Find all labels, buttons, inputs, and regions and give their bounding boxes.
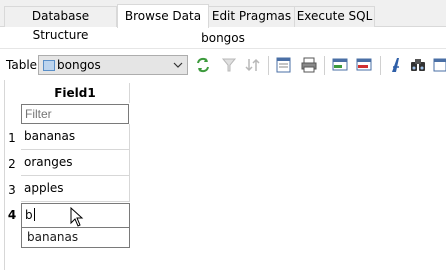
- toolbar-overflow-icon[interactable]: [432, 56, 446, 74]
- data-grid: Field1 1 bananas 2 oranges 3 apples 4 b …: [0, 80, 446, 270]
- table-title: bongos: [0, 27, 446, 49]
- table-select[interactable]: bongos: [38, 55, 188, 75]
- sort-icon[interactable]: [244, 56, 262, 74]
- chevron-down-icon: [173, 62, 183, 68]
- mouse-cursor-icon: [70, 207, 84, 227]
- tab-execute-sql[interactable]: Execute SQL: [294, 6, 375, 27]
- autocomplete-suggestion[interactable]: bananas: [21, 227, 130, 248]
- cell-editor-text: b: [25, 208, 33, 222]
- table-cell[interactable]: apples: [21, 176, 130, 202]
- filter-input[interactable]: [21, 104, 129, 124]
- tab-database-structure[interactable]: Database Structure: [4, 6, 117, 42]
- tab-edit-pragmas[interactable]: Edit Pragmas: [208, 6, 295, 27]
- table-cell[interactable]: bananas: [21, 124, 130, 150]
- clear-filters-icon[interactable]: [220, 56, 238, 74]
- table-select-value: bongos: [57, 58, 101, 72]
- column-header-field1[interactable]: Field1: [21, 83, 130, 103]
- text-caret: [33, 208, 35, 221]
- toolbar-separator: [268, 56, 269, 75]
- row-number[interactable]: 2: [5, 151, 19, 177]
- browse-toolbar: Table: bongos: [0, 50, 446, 80]
- table-label: Table:: [6, 58, 42, 72]
- table-cell[interactable]: oranges: [21, 150, 130, 176]
- font-icon[interactable]: [387, 56, 405, 74]
- find-icon[interactable]: [409, 56, 427, 74]
- delete-record-icon[interactable]: [355, 56, 373, 74]
- tab-bar: Database Structure Browse Data Edit Prag…: [0, 0, 446, 42]
- row-number-current[interactable]: 4: [5, 202, 19, 228]
- row-number[interactable]: 3: [5, 177, 19, 203]
- toolbar-separator: [380, 56, 381, 75]
- tab-browse-data[interactable]: Browse Data: [117, 4, 209, 28]
- table-icon: [43, 60, 55, 71]
- row-number[interactable]: 1: [5, 125, 19, 151]
- print-icon[interactable]: [300, 56, 318, 74]
- toolbar-separator: [324, 56, 325, 75]
- save-filter-icon[interactable]: [275, 56, 293, 74]
- refresh-icon[interactable]: [194, 56, 212, 74]
- insert-record-icon[interactable]: [331, 56, 349, 74]
